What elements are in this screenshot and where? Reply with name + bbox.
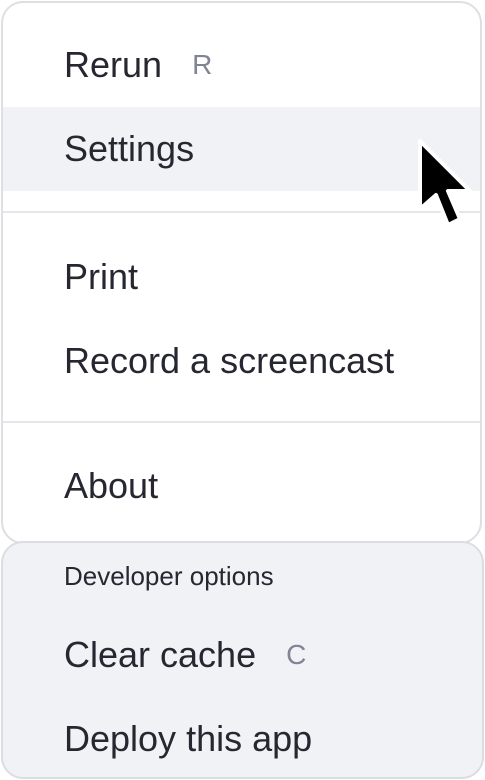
menu-item-label: Rerun [64,44,163,85]
menu-item-label: Record a screencast [64,340,395,381]
menu-item-rerun[interactable]: Rerun R [3,23,480,107]
menu-item-print[interactable]: Print [3,235,480,319]
menu-item-deploy-app[interactable]: Deploy this app [3,697,482,777]
menu-item-label: About [64,465,159,506]
menu-divider [3,211,480,213]
developer-options-panel: Developer options Clear cache C Deploy t… [1,541,484,779]
shortcut-key: C [286,639,307,670]
menu-item-record-screencast[interactable]: Record a screencast [3,319,480,403]
menu-item-clear-cache[interactable]: Clear cache C [3,613,482,697]
menu-item-label: Deploy this app [64,718,313,759]
menu-item-label: Clear cache [64,634,257,675]
shortcut-key: R [192,49,213,80]
menu-divider [3,421,480,423]
menu-item-settings[interactable]: Settings [3,107,480,191]
developer-options-header: Developer options [64,561,274,591]
menu-item-label: Settings [64,128,195,169]
menu-item-about[interactable]: About [3,444,480,528]
menu-item-label: Print [64,256,139,297]
mouse-pointer-icon [418,139,472,227]
main-menu: Rerun R Settings Print Record a screenca… [1,1,482,544]
